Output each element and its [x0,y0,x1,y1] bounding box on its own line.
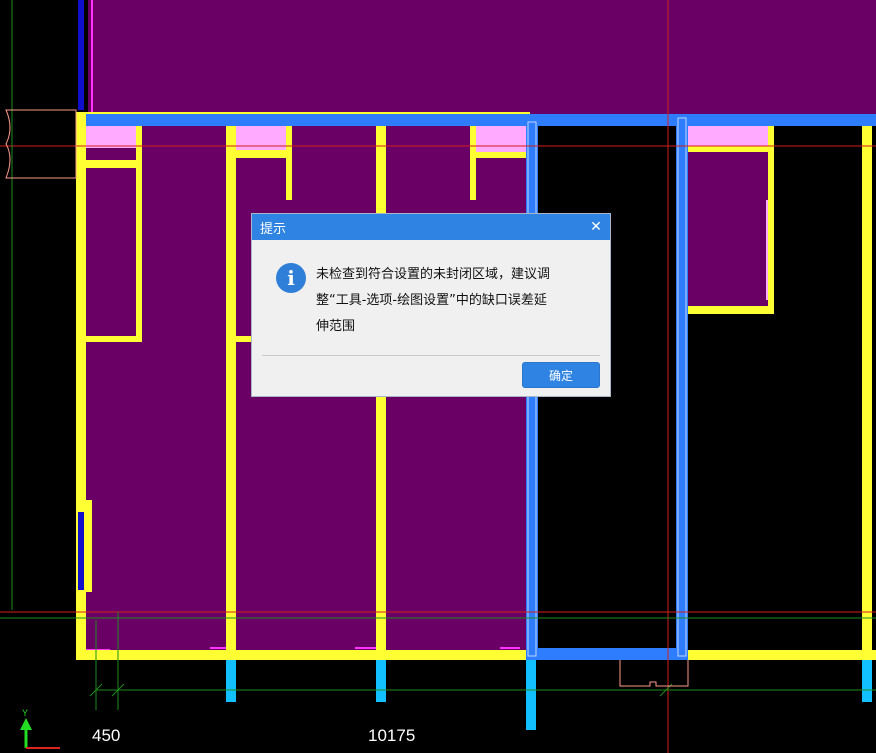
dialog-body: i 未检查到符合设置的未封闭区域，建议调 整“工具-选项-绘图设置”中的缺口误差… [252,240,610,356]
dialog-title: 提示 [260,221,287,237]
confirm-button[interactable]: 确定 [522,362,600,388]
svg-text:Y: Y [22,708,28,718]
dimension-label-mid: 10175 [368,726,416,745]
info-icon: i [276,263,306,293]
dialog-title-bar[interactable]: 提示 ✕ [252,214,610,240]
prompt-dialog: 提示 ✕ i 未检查到符合设置的未封闭区域，建议调 整“工具-选项-绘图设置”中… [251,213,611,397]
dialog-message: 未检查到符合设置的未封闭区域，建议调 整“工具-选项-绘图设置”中的缺口误差延 … [316,267,551,334]
close-icon[interactable]: ✕ [586,217,606,237]
dimension-label-left: 450 [92,726,121,745]
dialog-separator [262,355,600,356]
